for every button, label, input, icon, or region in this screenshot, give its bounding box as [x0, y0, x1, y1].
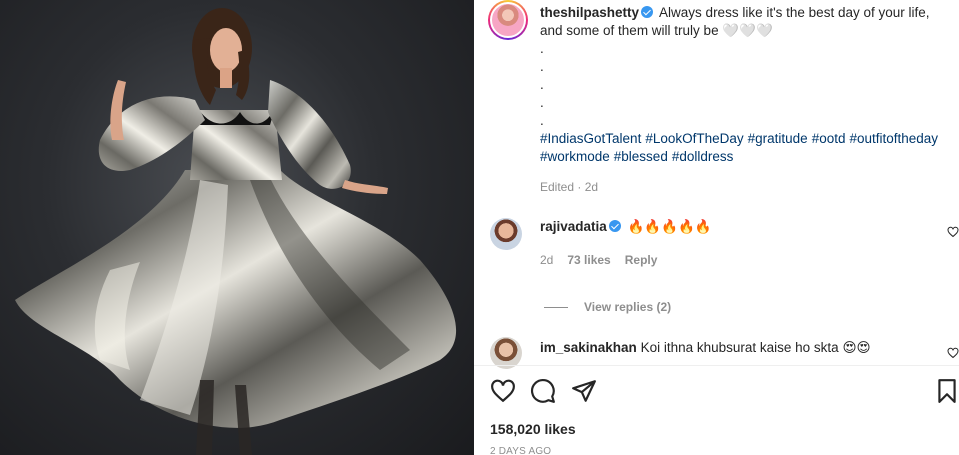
caption-dot: .	[540, 113, 544, 128]
hashtag-link[interactable]: #ootd	[812, 131, 846, 146]
dress-photo-illustration	[15, 8, 457, 455]
bookmark-icon[interactable]	[934, 378, 959, 404]
hashtag-link[interactable]: #IndiasGotTalent	[540, 131, 641, 146]
author-avatar[interactable]	[488, 0, 528, 40]
caption-dot: .	[540, 77, 544, 92]
comment: rajivadatia 🔥🔥🔥🔥🔥	[540, 218, 712, 236]
post-caption: theshilpashetty Always dress like it's t…	[540, 4, 955, 166]
edited-label: Edited · 2d	[540, 180, 599, 194]
replies-line	[544, 307, 568, 309]
hashtag-link[interactable]: #dolldress	[672, 149, 734, 164]
commenter-avatar[interactable]	[490, 218, 522, 250]
comment-likes[interactable]: 73 likes	[567, 253, 610, 267]
post-timestamp[interactable]: 2 DAYS AGO	[490, 446, 551, 455]
comment-like-heart-icon[interactable]	[947, 347, 959, 359]
section-divider	[474, 365, 959, 366]
likes-count[interactable]: 158,020 likes	[490, 421, 576, 437]
caption-dot: .	[540, 59, 544, 74]
comment-like-heart-icon[interactable]	[947, 226, 959, 238]
hashtag-link[interactable]: #LookOfTheDay	[645, 131, 743, 146]
view-replies-button[interactable]: View replies (2)	[544, 300, 671, 314]
paper-plane-icon[interactable]	[571, 378, 597, 404]
reply-button[interactable]: Reply	[625, 253, 658, 267]
comment-username[interactable]: rajivadatia	[540, 219, 607, 234]
caption-dot: .	[540, 41, 544, 56]
comment-username[interactable]: im_sakinakhan	[540, 340, 637, 355]
comment-age[interactable]: 2d	[540, 253, 553, 267]
comment-text: Koi ithna khubsurat kaise ho skta 😍😍	[640, 340, 871, 355]
heart-icon[interactable]	[490, 378, 516, 404]
view-replies-label: View replies (2)	[584, 300, 672, 314]
post-photo[interactable]	[0, 0, 474, 455]
hashtag-link[interactable]: #gratitude	[748, 131, 808, 146]
caption-dot: .	[540, 95, 544, 110]
hashtag-link[interactable]: #blessed	[614, 149, 668, 164]
comment-meta: 2d 73 likes Reply	[540, 253, 671, 267]
verified-badge-icon	[608, 220, 621, 232]
hashtag-link[interactable]: #workmode	[540, 149, 610, 164]
post-detail-panel: theshilpashetty Always dress like it's t…	[474, 0, 959, 455]
action-bar	[490, 378, 959, 406]
hashtag-list: #IndiasGotTalent #LookOfTheDay #gratitude #…	[540, 130, 955, 166]
comment-text: 🔥🔥🔥🔥🔥	[627, 219, 712, 234]
author-username[interactable]: theshilpashetty	[540, 5, 639, 20]
comment: im_sakinakhan Koi ithna khubsurat kaise …	[540, 339, 871, 357]
author-avatar-image	[490, 2, 526, 38]
hashtag-link[interactable]: #outfitoftheday	[849, 131, 938, 146]
comment-bubble-icon[interactable]	[530, 378, 556, 404]
verified-badge-icon	[641, 6, 654, 18]
